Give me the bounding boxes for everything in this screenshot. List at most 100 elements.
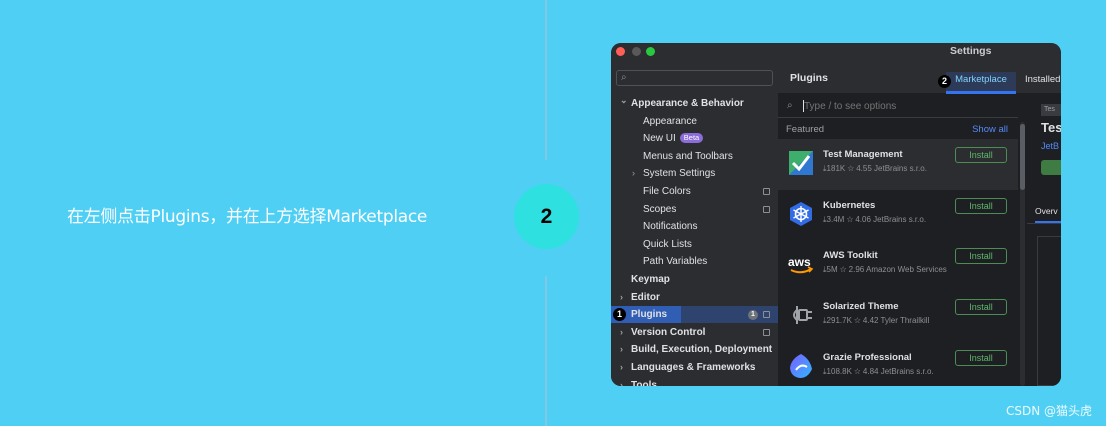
sidebar-item-label: Path Variables — [643, 256, 708, 268]
chevron-right-icon[interactable]: › — [620, 324, 623, 341]
chevron-right-icon[interactable]: › — [620, 377, 623, 386]
sidebar-item-editor[interactable]: › Editor — [611, 289, 778, 306]
star-icon: ☆ — [845, 164, 857, 173]
sidebar-item-quick-lists[interactable]: Quick Lists — [611, 236, 778, 253]
sidebar-item-version-control[interactable]: › Version Control — [611, 324, 778, 341]
chevron-right-icon[interactable]: › — [632, 165, 635, 182]
sidebar-item-plugins[interactable]: Plugins 1 1 — [611, 306, 778, 324]
chevron-right-icon[interactable]: › — [620, 289, 623, 306]
sidebar-search-input[interactable]: ⌕ — [616, 70, 773, 86]
aws-icon: aws — [788, 251, 814, 277]
sidebar-item-label: File Colors — [643, 186, 691, 197]
plugin-card[interactable]: Test Management ⤓181K ☆ 4.55 JetBrains s.… — [778, 139, 1018, 190]
scrollbar-thumb[interactable] — [1020, 124, 1025, 190]
title-bar: Settings — [611, 43, 1061, 60]
star-icon: ☆ — [851, 316, 863, 326]
sidebar-item-label: Editor — [631, 291, 660, 303]
download-count: 3.4M — [826, 214, 845, 224]
star-icon: ☆ — [837, 265, 849, 275]
divider-top — [545, 0, 547, 160]
chevron-down-icon[interactable]: ⌄ — [620, 92, 628, 109]
active-tab-underline — [946, 91, 1016, 94]
install-button[interactable]: Install — [955, 197, 1007, 214]
minimize-window-button[interactable] — [632, 47, 641, 56]
maximize-window-button[interactable] — [646, 47, 655, 56]
plugin-vendor: JetBrains s.r.o. — [873, 214, 927, 224]
sidebar-item-label: Plugins — [631, 309, 668, 321]
sidebar-item-label: Notifications — [643, 221, 698, 233]
tab-installed[interactable]: Installed — [1025, 74, 1060, 85]
marker-marketplace: 2 — [938, 75, 951, 88]
project-scope-icon — [763, 311, 770, 319]
featured-label: Featured — [786, 124, 825, 135]
plugin-name: AWS Toolkit — [823, 250, 878, 262]
settings-window: Settings ⌕ ⌄ Appearance & Behavior Appeara… — [611, 43, 1061, 386]
sidebar-item-tools[interactable]: › Tools — [611, 377, 778, 386]
plugin-search-bar: ⌕ — [778, 96, 1018, 118]
plugin-card[interactable]: Solarized Theme ⤓291.7K ☆ 4.42 Tyler Thra… — [778, 291, 1018, 342]
sidebar-item-new-ui[interactable]: New UI Beta — [611, 130, 778, 147]
sidebar-item-label: Keymap — [631, 274, 670, 285]
sidebar-item-path-variables[interactable]: Path Variables — [611, 253, 778, 270]
window-title: Settings — [950, 45, 992, 57]
plugin-vendor: JetBrains s.r.o. — [874, 164, 927, 173]
chevron-right-icon[interactable]: › — [620, 341, 623, 358]
sidebar-item-label: Appearance & Behavior — [631, 98, 744, 109]
download-count: 5M — [826, 265, 838, 275]
beta-badge: Beta — [679, 133, 704, 144]
tab-marketplace-label: Marketplace — [955, 74, 1007, 85]
settings-sidebar: ⌕ ⌄ Appearance & Behavior Appearance New UI… — [611, 60, 778, 386]
sidebar-item-notifications[interactable]: Notifications — [611, 218, 778, 235]
plug-icon — [788, 302, 814, 328]
plugin-search-input[interactable] — [804, 101, 1004, 112]
detail-title: Tes — [1041, 120, 1061, 135]
plugin-card[interactable]: Kubernetes ⤓3.4M ☆ 4.06 JetBrains s.r.o. I… — [778, 190, 1018, 241]
plugins-panel: Plugins Marketplace Installed 2 ⌕ Featur… — [778, 60, 1061, 386]
watermark: CSDN @猫头虎 — [1005, 404, 1092, 418]
sidebar-item-label: Build, Execution, Deployment — [631, 344, 773, 356]
plugin-meta: ⤓291.7K ☆ 4.42 Tyler Thrailkill — [823, 316, 929, 326]
sidebar-item-label: Version Control — [631, 326, 706, 338]
sidebar-item-languages-frameworks[interactable]: › Languages & Frameworks — [611, 359, 778, 376]
divider-bottom — [545, 276, 547, 426]
detail-vendor-link[interactable]: JetB — [1041, 141, 1059, 151]
plugins-header: Plugins Marketplace Installed 2 — [778, 60, 1061, 94]
sidebar-item-scopes[interactable]: Scopes — [611, 201, 778, 218]
install-button[interactable]: Install — [955, 349, 1007, 366]
plugin-card[interactable]: Grazie Professional ⤓108.8K ☆ 4.84 JetBra… — [778, 342, 1018, 386]
detail-install-button[interactable] — [1041, 160, 1061, 175]
detail-tab-overview[interactable]: Overv — [1035, 206, 1058, 216]
plugin-rating: 4.06 — [855, 214, 871, 224]
test-management-icon — [788, 150, 814, 176]
show-all-link[interactable]: Show all — [972, 124, 1008, 135]
plugin-meta: ⤓5M ☆ 2.96 Amazon Web Services — [823, 265, 947, 275]
plugin-meta: ⤓181K ☆ 4.55 JetBrains s.r.o. — [823, 164, 927, 174]
plugin-meta: ⤓108.8K ☆ 4.84 JetBrains s.r.o. — [823, 367, 934, 377]
svg-text:aws: aws — [788, 255, 811, 269]
plugin-rating: 2.96 — [848, 265, 865, 275]
plugin-vendor: Amazon Web Services — [866, 265, 947, 275]
sidebar-item-keymap[interactable]: Keymap — [611, 271, 778, 288]
detail-tag: Tes — [1041, 104, 1061, 116]
plugin-name: Solarized Theme — [823, 301, 899, 313]
plugin-rating: 4.84 — [862, 366, 879, 376]
search-icon: ⌕ — [787, 100, 793, 111]
plugin-card[interactable]: aws AWS Toolkit ⤓5M ☆ 2.96 Amazon Web Serv… — [778, 240, 1018, 291]
sidebar-item-system-settings[interactable]: › System Settings — [611, 165, 778, 182]
sidebar-item-label: New UI Beta — [643, 130, 704, 147]
sidebar-item-menus-and-toolbars[interactable]: Menus and Toolbars — [611, 148, 778, 165]
sidebar-item-appearance-behavior[interactable]: ⌄ Appearance & Behavior — [611, 95, 778, 112]
sidebar-item-label: System Settings — [643, 168, 716, 180]
install-button[interactable]: Install — [955, 147, 1007, 163]
sidebar-item-appearance[interactable]: Appearance — [611, 113, 778, 130]
close-window-button[interactable] — [616, 47, 625, 56]
sidebar-item-file-colors[interactable]: File Colors — [611, 183, 778, 200]
plugin-detail-pane: Tes Tes JetB Overv — [1027, 96, 1061, 386]
sidebar-item-build-execution-deployment[interactable]: › Build, Execution, Deployment — [611, 341, 778, 358]
chevron-right-icon[interactable]: › — [620, 359, 623, 376]
instruction-text: 在左侧点击Plugins，并在上方选择Marketplace — [67, 207, 428, 227]
plugin-vendor: Tyler Thrailkill — [880, 316, 930, 326]
install-button[interactable]: Install — [955, 299, 1007, 316]
plugin-vendor: JetBrains s.r.o. — [880, 366, 934, 376]
install-button[interactable]: Install — [955, 248, 1007, 265]
